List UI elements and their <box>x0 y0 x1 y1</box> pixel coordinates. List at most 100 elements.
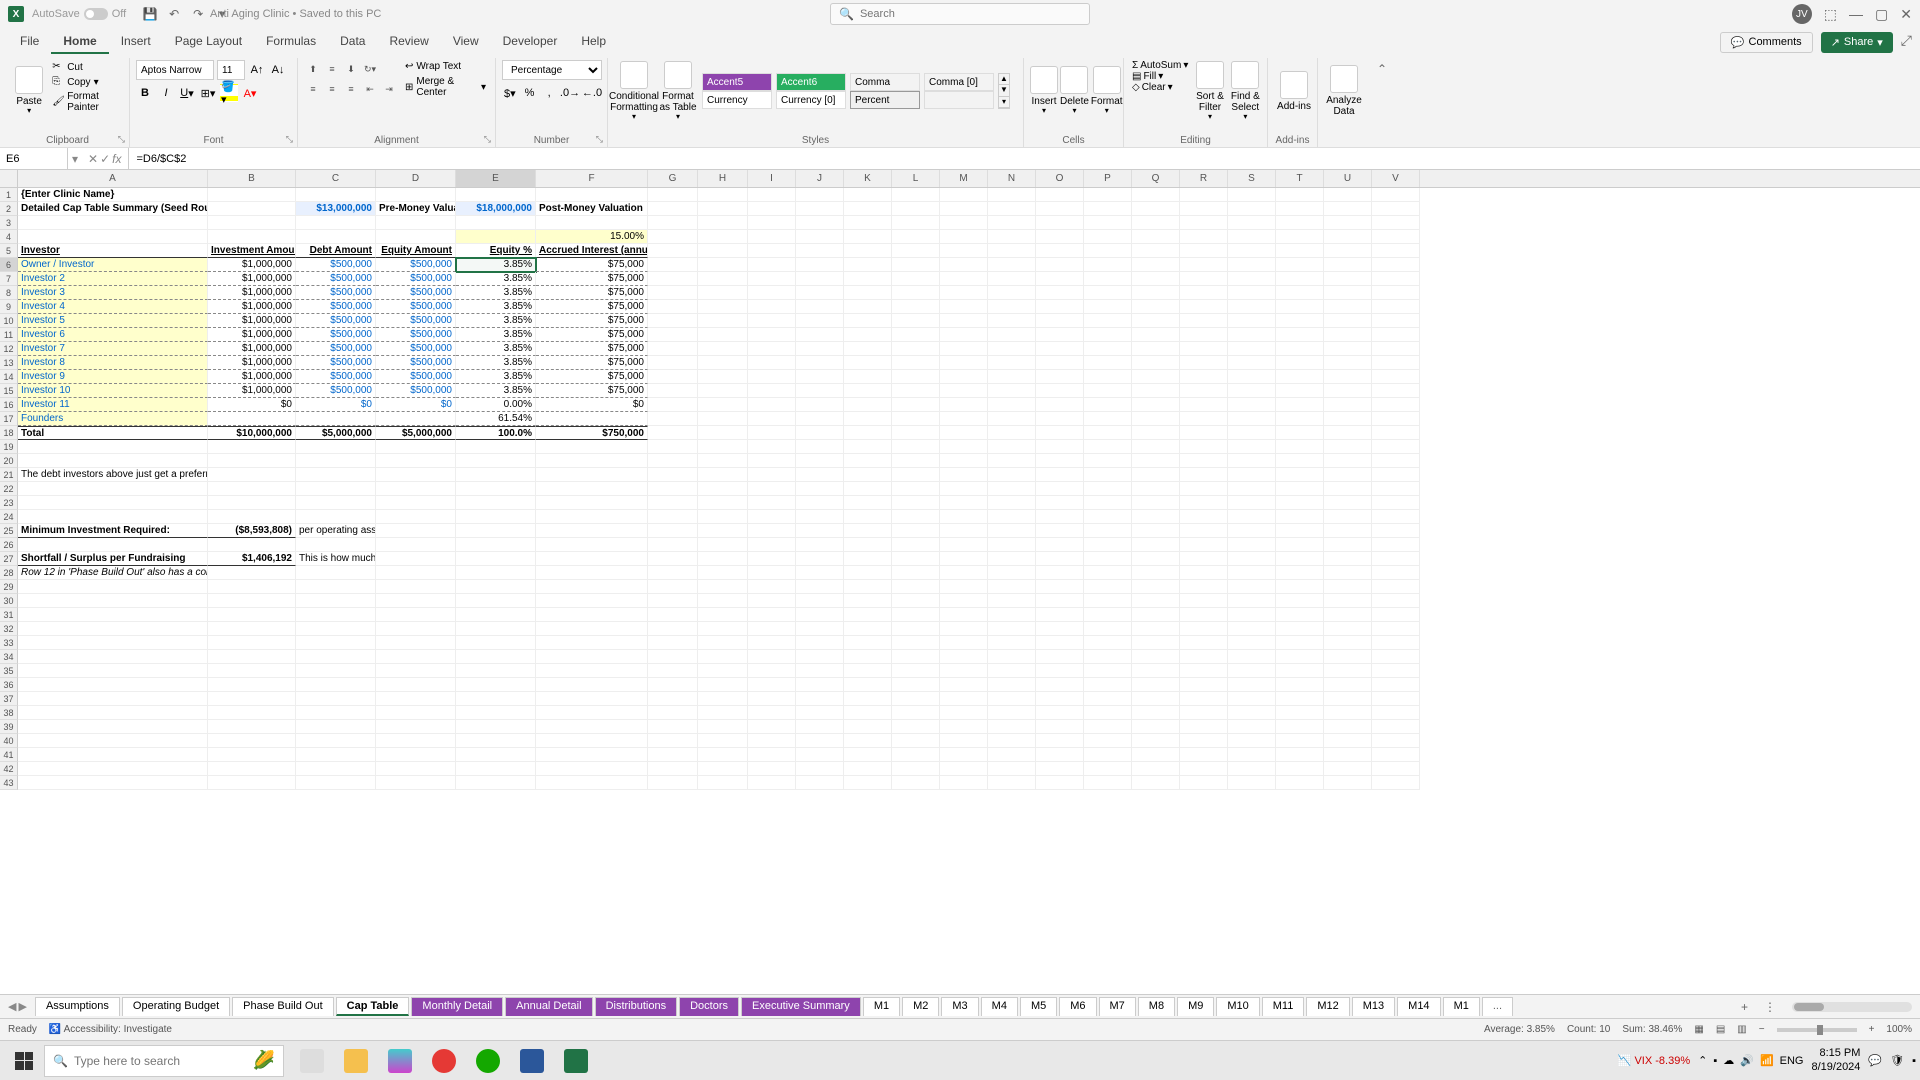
cell-I24[interactable] <box>748 510 796 524</box>
cell-E16[interactable]: 0.00% <box>456 398 536 412</box>
cell-R37[interactable] <box>1180 692 1228 706</box>
style-percent[interactable]: Percent <box>850 91 920 109</box>
borders-button[interactable]: ⊞▾ <box>199 84 217 102</box>
cell-V22[interactable] <box>1372 482 1420 496</box>
cell-T19[interactable] <box>1276 440 1324 454</box>
cell-F2[interactable]: Post-Money Valuation <box>536 202 648 216</box>
save-icon[interactable]: 💾 <box>138 2 162 26</box>
cell-F1[interactable] <box>536 188 648 202</box>
cell-A21[interactable]: The debt investors above just get a pref… <box>18 468 208 482</box>
cell-E30[interactable] <box>456 594 536 608</box>
cell-C35[interactable] <box>296 664 376 678</box>
cell-L28[interactable] <box>892 566 940 580</box>
cell-E39[interactable] <box>456 720 536 734</box>
cell-D35[interactable] <box>376 664 456 678</box>
cell-Q36[interactable] <box>1132 678 1180 692</box>
cell-O21[interactable] <box>1036 468 1084 482</box>
cell-Q38[interactable] <box>1132 706 1180 720</box>
italic-button[interactable]: I <box>157 84 175 102</box>
cell-T39[interactable] <box>1276 720 1324 734</box>
enter-formula-icon[interactable]: ✓ <box>100 152 110 166</box>
cell-O23[interactable] <box>1036 496 1084 510</box>
cell-M10[interactable] <box>940 314 988 328</box>
cell-A27[interactable]: Shortfall / Surplus per Fundraising <box>18 552 208 566</box>
cell-N10[interactable] <box>988 314 1036 328</box>
row-header-6[interactable]: 6 <box>0 258 18 272</box>
cell-O20[interactable] <box>1036 454 1084 468</box>
tray-volume-icon[interactable]: 🔊 <box>1740 1054 1754 1067</box>
cell-V11[interactable] <box>1372 328 1420 342</box>
cell-J42[interactable] <box>796 762 844 776</box>
cell-J31[interactable] <box>796 608 844 622</box>
cell-N12[interactable] <box>988 342 1036 356</box>
cell-N30[interactable] <box>988 594 1036 608</box>
cell-V41[interactable] <box>1372 748 1420 762</box>
cell-P35[interactable] <box>1084 664 1132 678</box>
row-header-16[interactable]: 16 <box>0 398 18 412</box>
cell-L10[interactable] <box>892 314 940 328</box>
cell-F32[interactable] <box>536 622 648 636</box>
cell-Q9[interactable] <box>1132 300 1180 314</box>
cell-S22[interactable] <box>1228 482 1276 496</box>
cell-S34[interactable] <box>1228 650 1276 664</box>
cell-B35[interactable] <box>208 664 296 678</box>
cell-P16[interactable] <box>1084 398 1132 412</box>
cell-J29[interactable] <box>796 580 844 594</box>
row-header-37[interactable]: 37 <box>0 692 18 706</box>
cell-I28[interactable] <box>748 566 796 580</box>
cell-K13[interactable] <box>844 356 892 370</box>
cell-S32[interactable] <box>1228 622 1276 636</box>
cell-G1[interactable] <box>648 188 698 202</box>
cell-E29[interactable] <box>456 580 536 594</box>
view-page-break-icon[interactable]: ▥ <box>1737 1024 1746 1035</box>
cell-A14[interactable]: Investor 9 <box>18 370 208 384</box>
cell-R32[interactable] <box>1180 622 1228 636</box>
cell-C1[interactable] <box>296 188 376 202</box>
cell-K1[interactable] <box>844 188 892 202</box>
cell-V5[interactable] <box>1372 244 1420 258</box>
cell-T13[interactable] <box>1276 356 1324 370</box>
cell-I30[interactable] <box>748 594 796 608</box>
cell-E19[interactable] <box>456 440 536 454</box>
cell-I23[interactable] <box>748 496 796 510</box>
cell-R39[interactable] <box>1180 720 1228 734</box>
row-header-32[interactable]: 32 <box>0 622 18 636</box>
cell-E40[interactable] <box>456 734 536 748</box>
cell-A15[interactable]: Investor 10 <box>18 384 208 398</box>
cell-U25[interactable] <box>1324 524 1372 538</box>
cell-U35[interactable] <box>1324 664 1372 678</box>
cell-I15[interactable] <box>748 384 796 398</box>
cell-S13[interactable] <box>1228 356 1276 370</box>
decrease-decimal-icon[interactable]: ←.0 <box>583 84 601 102</box>
row-header-26[interactable]: 26 <box>0 538 18 552</box>
cell-V27[interactable] <box>1372 552 1420 566</box>
cell-I20[interactable] <box>748 454 796 468</box>
cell-N17[interactable] <box>988 412 1036 426</box>
cell-S18[interactable] <box>1228 426 1276 440</box>
cell-N37[interactable] <box>988 692 1036 706</box>
cell-U41[interactable] <box>1324 748 1372 762</box>
cell-T40[interactable] <box>1276 734 1324 748</box>
cell-L19[interactable] <box>892 440 940 454</box>
cell-K18[interactable] <box>844 426 892 440</box>
zoom-in-icon[interactable]: + <box>1869 1024 1875 1035</box>
cell-U24[interactable] <box>1324 510 1372 524</box>
cell-R38[interactable] <box>1180 706 1228 720</box>
cell-O4[interactable] <box>1036 230 1084 244</box>
cell-H13[interactable] <box>698 356 748 370</box>
cell-O13[interactable] <box>1036 356 1084 370</box>
cell-B9[interactable]: $1,000,000 <box>208 300 296 314</box>
percent-format-icon[interactable]: % <box>522 84 538 102</box>
cell-G34[interactable] <box>648 650 698 664</box>
cell-B7[interactable]: $1,000,000 <box>208 272 296 286</box>
cell-I7[interactable] <box>748 272 796 286</box>
cell-P24[interactable] <box>1084 510 1132 524</box>
cell-P8[interactable] <box>1084 286 1132 300</box>
cell-P25[interactable] <box>1084 524 1132 538</box>
cell-A30[interactable] <box>18 594 208 608</box>
cell-M26[interactable] <box>940 538 988 552</box>
cell-P1[interactable] <box>1084 188 1132 202</box>
cell-O39[interactable] <box>1036 720 1084 734</box>
cell-U6[interactable] <box>1324 258 1372 272</box>
cell-A42[interactable] <box>18 762 208 776</box>
